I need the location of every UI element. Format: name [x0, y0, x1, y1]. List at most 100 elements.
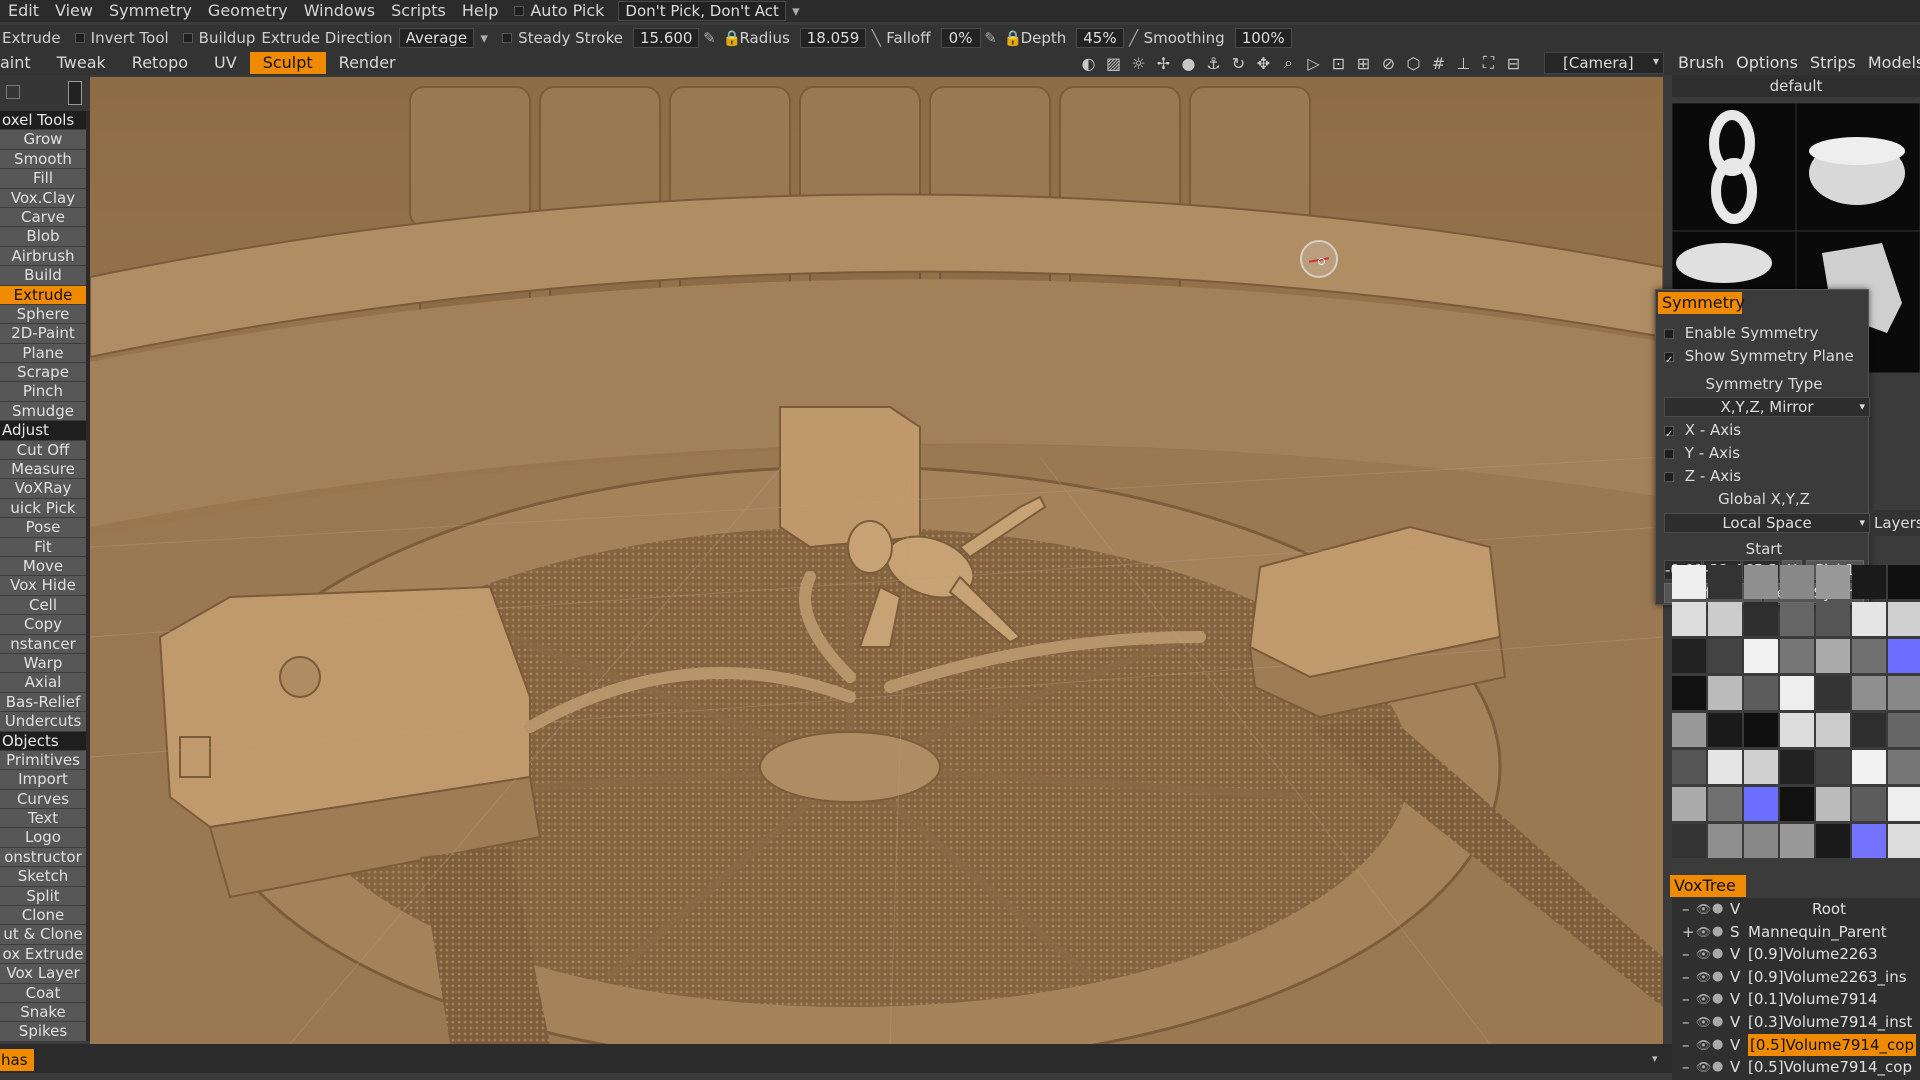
ghost-toggle-icon[interactable]: ● — [1712, 1034, 1723, 1056]
texture-swatch[interactable] — [1888, 787, 1920, 821]
pen-pressure-icon[interactable]: ╱ — [1127, 29, 1141, 47]
texture-swatch[interactable] — [1888, 639, 1920, 673]
texture-swatch[interactable] — [1852, 676, 1886, 710]
texture-swatch[interactable] — [1852, 787, 1886, 821]
tool-button[interactable]: Blob — [0, 227, 86, 247]
expand-toggle[interactable]: + — [1682, 921, 1695, 943]
texture-swatch[interactable] — [1816, 750, 1850, 784]
voxtree-row[interactable]: – 👁 ● V [0.9]Volume2263 — [1672, 943, 1920, 966]
texture-swatch[interactable] — [1744, 565, 1778, 599]
layer-name[interactable]: [0.9]Volume2263 — [1748, 943, 1878, 965]
texture-swatch[interactable] — [1816, 713, 1850, 747]
tool-button[interactable]: Smudge — [0, 401, 86, 422]
tool-button[interactable]: VoXRay — [0, 479, 86, 499]
texture-swatch[interactable] — [1744, 750, 1778, 784]
axis-icon[interactable]: ⊥ — [1451, 54, 1476, 73]
menu-symmetry[interactable]: Symmetry — [101, 0, 200, 22]
tool-button[interactable]: Vox Hide — [0, 576, 86, 596]
tool-button[interactable]: Pose — [0, 518, 86, 538]
texture-swatch[interactable] — [1852, 713, 1886, 747]
layer-name[interactable]: [0.1]Volume7914 — [1748, 988, 1878, 1010]
ghost-toggle-icon[interactable]: ● — [1712, 943, 1723, 965]
texture-swatch[interactable] — [1744, 676, 1778, 710]
lock-icon[interactable]: 🔒 — [1004, 29, 1023, 47]
depth-value[interactable]: 45% — [1076, 28, 1124, 48]
room-paint-tab[interactable]: aint — [0, 52, 44, 74]
ghost-toggle-icon[interactable]: ● — [1712, 1011, 1723, 1033]
tool-button[interactable]: Extrude — [0, 285, 86, 305]
tool-button[interactable]: Fit — [0, 537, 86, 557]
pen-pressure-icon[interactable]: ╲ — [869, 29, 883, 47]
buildup-checkbox[interactable] — [182, 33, 193, 43]
tool-button[interactable]: Cut Off — [0, 440, 86, 461]
y-axis-checkbox[interactable] — [1664, 448, 1674, 459]
texture-swatch[interactable] — [1708, 565, 1742, 599]
texture-swatch[interactable] — [1708, 787, 1742, 821]
tool-button[interactable]: Text — [0, 809, 86, 829]
menu-geometry[interactable]: Geometry — [200, 0, 296, 22]
layer-name[interactable]: [0.9]Volume2263_ins — [1748, 966, 1907, 988]
menu-edit[interactable]: Edit — [0, 0, 47, 22]
tab-layers[interactable]: Layers — [1870, 510, 1920, 536]
texture-swatch[interactable] — [1780, 750, 1814, 784]
tool-button[interactable]: Undercuts — [0, 712, 86, 732]
frame-all-icon[interactable]: ⊡ — [1326, 54, 1351, 73]
camera-select[interactable]: [Camera] — [1544, 52, 1664, 74]
grid-icon[interactable]: # — [1426, 54, 1451, 73]
texture-swatch[interactable] — [1672, 713, 1706, 747]
smoothing-value[interactable]: 100% — [1234, 28, 1292, 48]
texture-swatch[interactable] — [1744, 787, 1778, 821]
invert-tool-checkbox[interactable] — [74, 33, 85, 43]
tool-button[interactable]: Coat — [0, 983, 86, 1003]
light-icon[interactable]: ☼ — [1126, 54, 1151, 73]
texture-swatch[interactable] — [1672, 824, 1706, 858]
texture-swatch[interactable] — [1744, 824, 1778, 858]
chevron-down-icon[interactable]: ▾ — [789, 2, 803, 20]
texture-swatch[interactable] — [1816, 639, 1850, 673]
tool-button[interactable]: Snake — [0, 1002, 86, 1023]
tool-button[interactable]: Scrape — [0, 363, 86, 383]
enable-symmetry-checkbox[interactable] — [1664, 328, 1674, 339]
tool-button[interactable]: Warp — [0, 653, 86, 674]
texture-alpha-grid[interactable] — [1672, 565, 1920, 860]
texture-swatch[interactable] — [1780, 639, 1814, 673]
tool-button[interactable]: Axial — [0, 673, 86, 693]
texture-swatch[interactable] — [1780, 787, 1814, 821]
3d-viewport[interactable] — [90, 77, 1663, 1044]
visibility-eye-icon[interactable]: 👁 — [1696, 966, 1711, 988]
global-xyz-button[interactable]: Global X,Y,Z — [1664, 490, 1864, 508]
texture-swatch[interactable] — [1816, 676, 1850, 710]
tool-button[interactable]: Primitives — [0, 750, 86, 771]
ghost-toggle-icon[interactable]: ● — [1712, 988, 1723, 1010]
falloff-value[interactable]: 0% — [940, 28, 981, 48]
tool-button[interactable]: Cell — [0, 595, 86, 616]
tool-button[interactable]: Plane — [0, 343, 86, 364]
tool-button[interactable]: Grow — [0, 130, 86, 150]
texture-swatch[interactable] — [1852, 824, 1886, 858]
visibility-eye-icon[interactable]: 👁 — [1696, 898, 1711, 920]
expand-toggle[interactable]: – — [1682, 1011, 1690, 1033]
lock-icon[interactable]: 🔒 — [722, 29, 741, 47]
visibility-eye-icon[interactable]: 👁 — [1696, 921, 1711, 943]
tool-button[interactable]: uick Pick — [0, 498, 86, 519]
brush-pen-icon[interactable]: ✎ — [702, 29, 716, 47]
expand-toggle[interactable]: – — [1682, 1056, 1690, 1078]
texture-swatch[interactable] — [1672, 676, 1706, 710]
texture-swatch[interactable] — [1888, 713, 1920, 747]
auto-pick-checkbox[interactable] — [514, 6, 525, 16]
tool-button[interactable]: Import — [0, 770, 86, 790]
menu-scripts[interactable]: Scripts — [383, 0, 454, 22]
texture-swatch[interactable] — [1744, 713, 1778, 747]
frame-selection-icon[interactable]: ⊞ — [1351, 54, 1376, 73]
x-axis-checkbox[interactable] — [1664, 425, 1674, 436]
tool-button[interactable]: Carve — [0, 207, 86, 228]
room-sculpt-tab[interactable]: Sculpt — [249, 52, 326, 74]
texture-swatch[interactable] — [1708, 750, 1742, 784]
chevron-down-icon[interactable]: ▾ — [477, 29, 491, 47]
brush-pen-icon[interactable]: ✎ — [984, 29, 998, 47]
rotate-icon[interactable]: ↻ — [1226, 54, 1251, 73]
texture-swatch[interactable] — [1888, 824, 1920, 858]
tool-button[interactable]: Build — [0, 266, 86, 286]
voxtree-row[interactable]: – 👁 ● V Root — [1672, 898, 1920, 921]
voxtree-row[interactable]: + 👁 ● S Mannequin_Parent — [1672, 921, 1920, 944]
